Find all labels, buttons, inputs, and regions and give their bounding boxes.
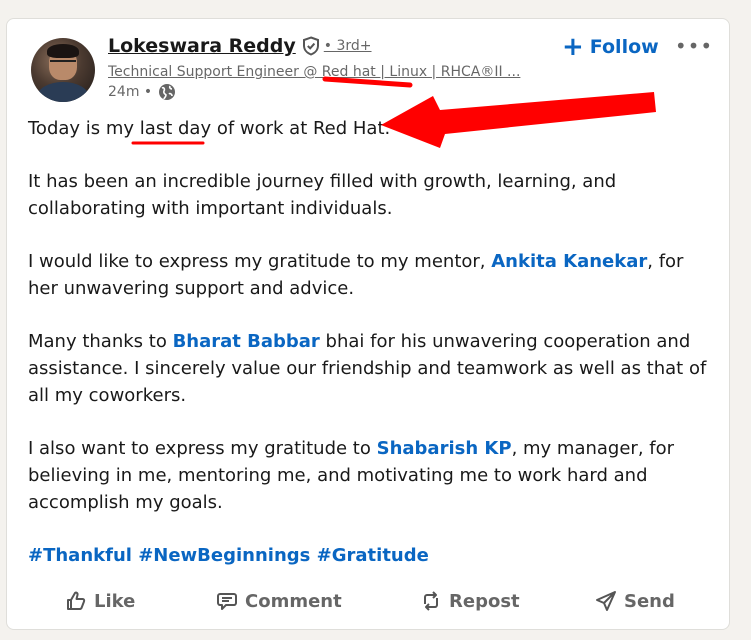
post-card: Lokeswara Reddy • 3rd+ Technical Support… xyxy=(6,18,730,630)
author-avatar[interactable] xyxy=(31,38,95,102)
highlighted-text: last day xyxy=(139,118,212,139)
send-label: Send xyxy=(624,590,675,612)
text-segment: Many thanks to xyxy=(28,331,173,352)
like-button[interactable]: Like xyxy=(65,590,135,612)
text-segment: of work at Red Hat. xyxy=(211,118,391,139)
avatar-shirt xyxy=(37,82,89,102)
follow-button[interactable]: + Follow xyxy=(562,34,659,60)
post-paragraph: Many thanks to Bharat Babbar bhai for hi… xyxy=(28,328,718,409)
text-segment: Today is my xyxy=(28,118,140,139)
globe-icon xyxy=(158,83,176,101)
post-paragraph: I would like to express my gratitude to … xyxy=(28,248,718,302)
send-icon xyxy=(596,591,616,611)
hashtag-link[interactable]: #Gratitude xyxy=(317,545,429,566)
mention-link[interactable]: Shabarish KP xyxy=(377,438,512,459)
hashtag-list: #Thankful #NewBeginnings #Gratitude xyxy=(28,542,718,569)
comment-button[interactable]: Comment xyxy=(216,590,342,612)
avatar-hair xyxy=(47,44,79,58)
post-paragraph: Today is my last day of work at Red Hat. xyxy=(28,115,718,142)
mention-link[interactable]: Ankita Kanekar xyxy=(491,251,647,272)
hashtag-link[interactable]: #NewBeginnings xyxy=(138,545,310,566)
like-label: Like xyxy=(94,590,136,612)
repost-icon xyxy=(424,591,438,611)
repost-button[interactable]: Repost xyxy=(420,590,520,612)
text-segment: I would like to express my gratitude to … xyxy=(28,251,492,272)
avatar-glasses xyxy=(50,60,76,66)
comment-label: Comment xyxy=(245,590,342,612)
post-time: 24m • xyxy=(108,84,153,100)
mention-link[interactable]: Bharat Babbar xyxy=(173,331,320,352)
post-paragraph: It has been an incredible journey filled… xyxy=(28,171,617,219)
action-bar: Like Comment Repost Send xyxy=(7,581,731,621)
post-meta: 24m • xyxy=(108,83,176,101)
comment-bubble-icon xyxy=(217,593,237,610)
hashtag-link[interactable]: #Thankful xyxy=(28,545,132,566)
plus-icon: + xyxy=(562,32,584,62)
follow-label: Follow xyxy=(589,36,659,58)
author-name-row: Lokeswara Reddy • 3rd+ xyxy=(108,35,372,57)
author-headline[interactable]: Technical Support Engineer @ Red hat | L… xyxy=(108,64,553,80)
connection-degree: • 3rd+ xyxy=(323,38,372,54)
thumbs-up-icon xyxy=(67,591,86,610)
author-name[interactable]: Lokeswara Reddy xyxy=(108,35,296,57)
repost-label: Repost xyxy=(449,590,520,612)
post-body: Today is my last day of work at Red Hat.… xyxy=(28,115,718,595)
send-button[interactable]: Send xyxy=(595,590,675,612)
verified-shield-icon xyxy=(301,36,321,56)
post-paragraph: I also want to express my gratitude to S… xyxy=(28,435,718,516)
text-segment: I also want to express my gratitude to xyxy=(28,438,377,459)
more-options-icon[interactable]: ••• xyxy=(675,31,712,61)
